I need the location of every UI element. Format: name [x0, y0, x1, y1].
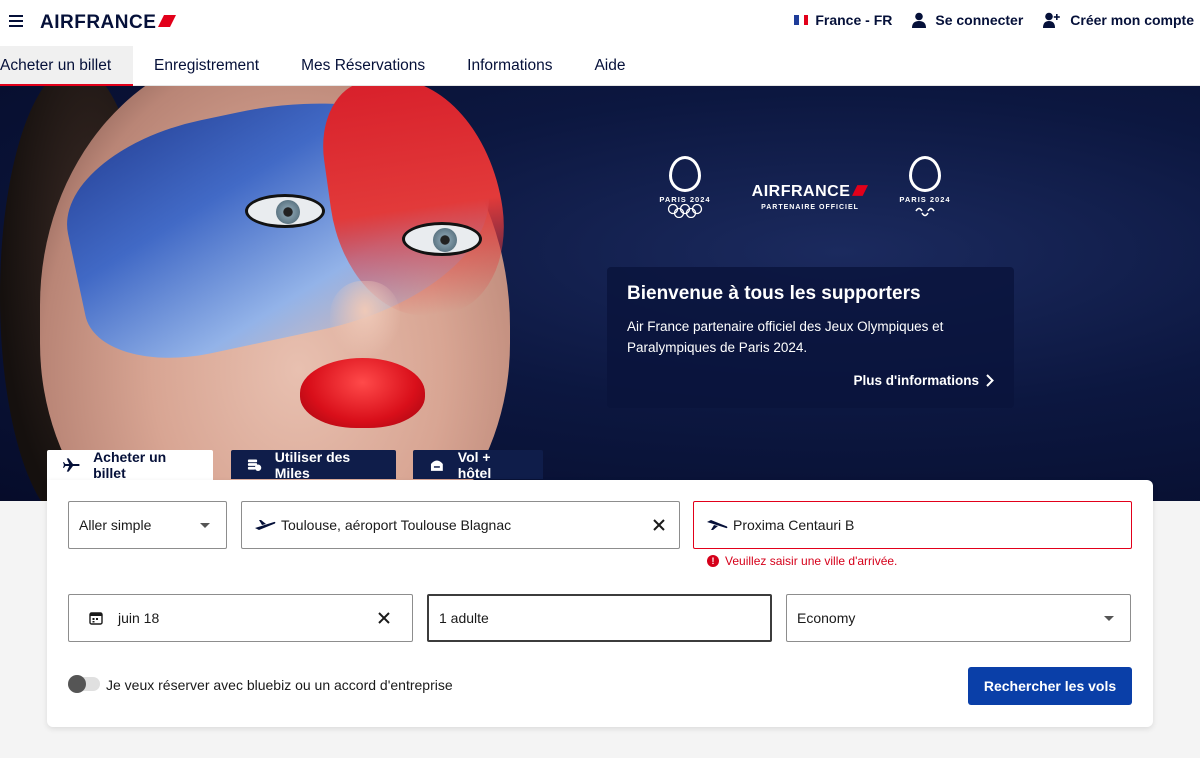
chevron-down-icon: [200, 522, 210, 528]
clear-origin-button[interactable]: [653, 519, 665, 531]
plane-icon: [63, 458, 80, 472]
user-icon: [912, 12, 927, 28]
top-bar: AIRFRANCE France - FR Se connecter Créer…: [0, 0, 1200, 46]
booking-form: Aller simple ! Veuillez saisir une ville…: [47, 480, 1153, 727]
booking-tab-label: Acheter un billet: [93, 449, 167, 481]
toggle-knob: [68, 675, 86, 693]
chevron-right-icon: [986, 374, 994, 387]
more-info-link[interactable]: Plus d'informations: [854, 373, 994, 388]
passengers-value: 1 adulte: [439, 610, 489, 626]
logo-slash-icon: [852, 185, 869, 196]
signup-label: Créer mon compte: [1070, 12, 1194, 28]
hero-image-nose: [330, 281, 400, 356]
bluebiz-label: Je veux réserver avec bluebiz ou un acco…: [106, 677, 453, 693]
destination-input[interactable]: [728, 517, 1131, 533]
tab-label: Acheter un billet: [0, 57, 112, 74]
trip-type-value: Aller simple: [79, 517, 152, 533]
promo-title: Bienvenue à tous les supporters: [627, 283, 921, 304]
promo-card: Bienvenue à tous les supporters Air Fran…: [607, 267, 1014, 408]
error-text: Veuillez saisir une ville d'arrivée.: [725, 554, 898, 568]
hero-banner: PARIS 2024 AIRFRANCE PARTENAIRE OFFICIEL…: [0, 86, 1200, 501]
login-link[interactable]: Se connecter: [912, 12, 1023, 28]
paris-2024-olympic-logo: PARIS 2024: [655, 156, 715, 228]
booking-tab-flight-hotel[interactable]: Vol + hôtel: [413, 448, 543, 481]
tab-label: Aide: [594, 57, 626, 74]
trip-type-select[interactable]: Aller simple: [68, 501, 227, 549]
passengers-field[interactable]: 1 adulte: [427, 594, 772, 642]
signup-link[interactable]: Créer mon compte: [1043, 12, 1194, 28]
paralympic-flame-icon: [909, 156, 941, 192]
tab-label: Mes Réservations: [301, 57, 426, 74]
paralympic-agitos-icon: [915, 207, 935, 217]
olympic-partner-logos: PARIS 2024 AIRFRANCE PARTENAIRE OFFICIEL…: [655, 156, 975, 236]
departure-plane-icon: [255, 520, 276, 530]
cabin-class-select[interactable]: Economy: [786, 594, 1131, 642]
tab-label: Informations: [467, 57, 553, 74]
search-flights-button[interactable]: Rechercher les vols: [968, 667, 1132, 705]
partner-subtitle: PARTENAIRE OFFICIEL: [761, 204, 859, 211]
olympic-flame-icon: [669, 156, 701, 192]
hamburger-menu-icon[interactable]: [9, 15, 23, 29]
tab-informations[interactable]: Informations: [446, 46, 573, 86]
locale-selector[interactable]: France - FR: [794, 12, 892, 28]
olympic-rings-icon: [667, 203, 703, 219]
date-field[interactable]: juin 18: [68, 594, 413, 642]
arrival-plane-icon: [707, 520, 728, 530]
airfrance-partner-logo: AIRFRANCE PARTENAIRE OFFICIEL: [740, 183, 880, 211]
bluebiz-toggle[interactable]: [68, 675, 100, 693]
promo-text: Air France partenaire officiel des Jeux …: [627, 319, 944, 355]
partner-brand: AIRFRANCE: [751, 183, 851, 200]
booking-tab-buy-ticket[interactable]: Acheter un billet: [47, 449, 213, 481]
paris-2024-paralympic-logo: PARIS 2024: [895, 156, 955, 228]
tab-enregistrement[interactable]: Enregistrement: [133, 46, 280, 86]
close-icon: [378, 612, 390, 624]
hero-image-eye: [402, 222, 482, 256]
chevron-down-icon: [1104, 615, 1114, 621]
error-icon: !: [707, 555, 719, 567]
airfrance-logo[interactable]: AIRFRANCE: [40, 12, 177, 34]
add-user-icon: [1043, 12, 1061, 28]
origin-input[interactable]: [276, 517, 653, 533]
tab-label: Enregistrement: [154, 57, 260, 74]
logo-text: AIRFRANCE: [40, 12, 157, 33]
clear-date-button[interactable]: [378, 612, 390, 624]
calendar-icon: [89, 612, 103, 625]
miles-icon: [247, 458, 262, 471]
tab-aide[interactable]: Aide: [573, 46, 646, 86]
paris-2024-label: PARIS 2024: [659, 195, 711, 204]
main-nav: Acheter un billet Enregistrement Mes Rés…: [0, 46, 1200, 87]
close-icon: [653, 519, 665, 531]
tab-acheter-un-billet[interactable]: Acheter un billet: [0, 46, 133, 87]
hero-image-lips: [300, 358, 425, 428]
login-label: Se connecter: [935, 12, 1024, 28]
hotel-icon: [430, 460, 443, 471]
header-actions: France - FR Se connecter Créer mon compt…: [774, 12, 1194, 28]
logo-slash-icon: [158, 15, 177, 27]
booking-tab-use-miles[interactable]: Utiliser des Miles: [231, 448, 396, 481]
locale-label: France - FR: [815, 12, 893, 28]
origin-field[interactable]: [241, 501, 680, 549]
more-info-label: Plus d'informations: [853, 373, 979, 388]
cabin-class-value: Economy: [797, 610, 856, 626]
booking-tab-label: Utiliser des Miles: [274, 448, 351, 481]
tab-mes-reservations[interactable]: Mes Réservations: [280, 46, 446, 86]
france-flag-icon: [794, 15, 809, 25]
booking-tab-label: Vol + hôtel: [457, 448, 492, 481]
date-value: juin 18: [118, 610, 160, 626]
destination-error-message: ! Veuillez saisir une ville d'arrivée.: [707, 554, 897, 568]
hero-image-eye: [245, 194, 325, 228]
destination-field[interactable]: [693, 501, 1132, 549]
paris-2024-label: PARIS 2024: [899, 195, 951, 204]
